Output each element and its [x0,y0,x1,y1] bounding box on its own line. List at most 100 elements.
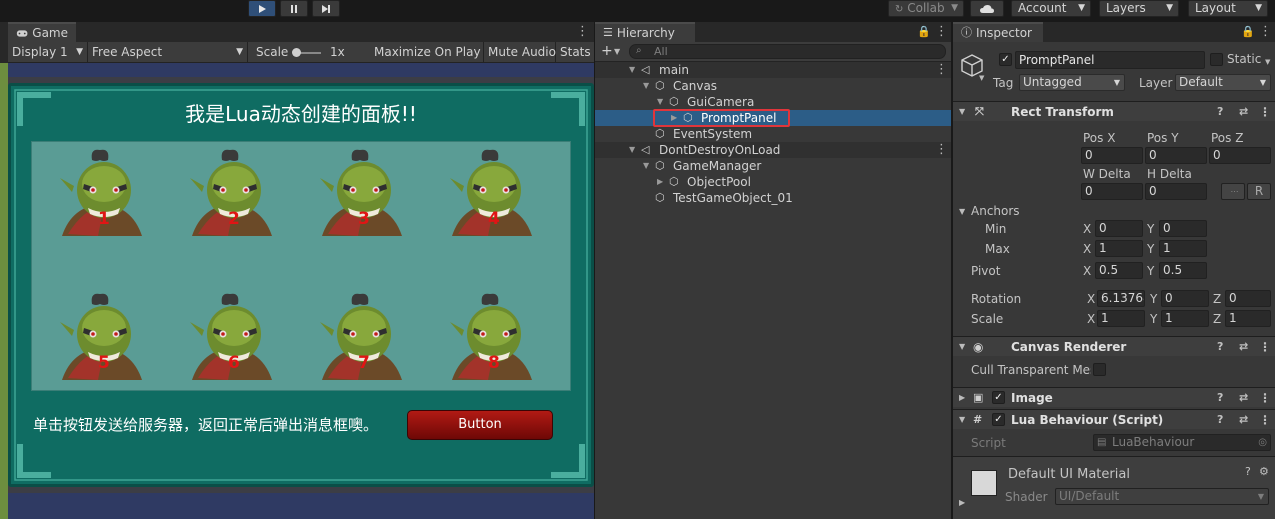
scale-x-field[interactable]: 1 [1097,310,1145,327]
collapse-arrow-icon[interactable]: ▶ [959,388,965,408]
object-name-input[interactable]: PromptPanel [1015,51,1205,69]
script-field[interactable]: ▤ LuaBehaviour ◎ [1093,434,1271,451]
collapse-arrow-icon[interactable]: ▶ [959,498,965,507]
display-dropdown[interactable]: Display 1 ▼ [8,42,88,63]
expand-arrow-icon[interactable]: ▼ [643,158,649,174]
scale-z-field[interactable]: 1 [1225,310,1271,327]
help-icon[interactable]: ? [1217,337,1223,357]
tab-inspector[interactable]: ⓘ Inspector [953,22,1043,42]
pos-y-field[interactable]: 0 [1145,147,1207,164]
preset-icon[interactable]: ⇄ [1239,388,1248,408]
pos-z-field[interactable]: 0 [1209,147,1271,164]
tree-item-promptpanel[interactable]: ▶ ⬡ PromptPanel [595,109,951,127]
preset-icon[interactable]: ⇄ [1239,410,1248,430]
anchor-max-x-field[interactable]: 1 [1095,240,1143,257]
maximize-on-play-toggle[interactable]: Maximize On Play [370,42,484,63]
image-header[interactable]: ▶ ▣ ✓ Image ? ⇄ ⋮ [953,387,1275,407]
anchor-min-y-field[interactable]: 0 [1159,220,1207,237]
more-icon[interactable]: ⋮ [935,142,948,158]
account-dropdown[interactable]: Account ▼ [1011,0,1091,17]
expand-arrow-icon[interactable]: ▼ [959,337,965,357]
layout-dropdown[interactable]: Layout ▼ [1188,0,1268,17]
rect-transform-header[interactable]: ▼ ⤧ Rect Transform ? ⇄ ⋮ [953,101,1275,121]
tree-item-objectpool[interactable]: ▶ ⬡ ObjectPool [595,174,951,190]
object-picker-icon[interactable]: ◎ [1258,435,1267,450]
play-button[interactable] [248,0,276,17]
cloud-button[interactable] [970,0,1004,17]
rotation-x-field[interactable]: 6.13768 [1097,290,1145,307]
blueprint-mode-button[interactable]: ⋯ [1221,183,1245,200]
active-checkbox[interactable]: ✓ [999,53,1012,66]
help-icon[interactable]: ? [1217,388,1223,408]
rotation-z-field[interactable]: 0 [1225,290,1271,307]
layer-dropdown[interactable]: Default ▼ [1175,74,1271,91]
preset-icon[interactable]: ⇄ [1239,102,1248,122]
tree-item-main[interactable]: ▼ ◁ main ⋮ [595,62,951,78]
help-icon[interactable]: ? [1217,410,1223,430]
tree-item-canvas[interactable]: ▼ ⬡ Canvas [595,78,951,94]
hierarchy-search-input[interactable]: ⌕ All [629,44,946,59]
help-icon[interactable]: ? [1245,465,1251,478]
preset-icon[interactable]: ⇄ [1239,337,1248,357]
expand-arrow-icon[interactable]: ▼ [959,207,965,216]
expand-arrow-icon[interactable]: ▼ [657,94,663,110]
step-button[interactable] [312,0,340,17]
help-icon[interactable]: ? [1217,102,1223,122]
pivot-y-field[interactable]: 0.5 [1159,262,1207,279]
chevron-down-icon[interactable]: ▼ [1265,58,1270,66]
tree-item-guicamera[interactable]: ▼ ⬡ GuiCamera [595,94,951,110]
chevron-down-icon[interactable]: ▼ [979,74,984,82]
more-icon[interactable]: ⋮ [1259,102,1271,122]
gear-icon[interactable]: ⚙ [1259,465,1269,478]
aspect-dropdown[interactable]: Free Aspect ▼ [88,42,248,63]
more-icon[interactable]: ⋮ [1259,24,1272,39]
pos-x-field[interactable]: 0 [1081,147,1143,164]
tag-dropdown[interactable]: Untagged ▼ [1019,74,1125,91]
static-checkbox[interactable] [1210,53,1223,66]
tree-item-gamemanager[interactable]: ▼ ⬡ GameManager [595,158,951,174]
image-enabled-checkbox[interactable]: ✓ [992,391,1005,404]
add-icon[interactable]: + [601,43,613,59]
lock-icon[interactable]: 🔒 [1241,25,1255,38]
rotation-y-field[interactable]: 0 [1161,290,1209,307]
send-button[interactable]: Button [407,410,553,440]
expand-arrow-icon[interactable]: ▼ [643,78,649,94]
h-delta-field[interactable]: 0 [1145,183,1207,200]
scale-slider-thumb[interactable] [292,48,301,57]
more-icon[interactable]: ⋮ [576,24,589,39]
lua-behaviour-enabled-checkbox[interactable]: ✓ [992,413,1005,426]
lock-icon[interactable]: 🔒 [917,25,931,38]
layers-dropdown[interactable]: Layers ▼ [1099,0,1179,17]
cull-transparent-checkbox[interactable] [1093,363,1106,376]
chevron-down-icon[interactable]: ▼ [614,47,620,56]
collapse-arrow-icon[interactable]: ▶ [657,174,663,190]
anchor-min-x-field[interactable]: 0 [1095,220,1143,237]
more-icon[interactable]: ⋮ [935,62,948,78]
tab-game[interactable]: Game [8,22,76,42]
pivot-x-field[interactable]: 0.5 [1095,262,1143,279]
more-icon[interactable]: ⋮ [1259,410,1271,430]
expand-arrow-icon[interactable]: ▼ [959,410,965,430]
more-icon[interactable]: ⋮ [1259,337,1271,357]
w-delta-field[interactable]: 0 [1081,183,1143,200]
lua-behaviour-header[interactable]: ▼ # ✓ Lua Behaviour (Script) ? ⇄ ⋮ [953,409,1275,429]
expand-arrow-icon[interactable]: ▼ [629,62,635,78]
mute-audio-toggle[interactable]: Mute Audio [484,42,556,63]
raw-edit-button[interactable]: R [1247,183,1271,200]
tree-item-testgameobject[interactable]: ⬡ TestGameObject_01 [595,190,951,206]
tree-item-eventsystem[interactable]: ⬡ EventSystem [595,126,951,142]
canvas-renderer-header[interactable]: ▼ ◉ Canvas Renderer ? ⇄ ⋮ [953,336,1275,356]
anchor-max-y-field[interactable]: 1 [1159,240,1207,257]
expand-arrow-icon[interactable]: ▼ [629,142,635,158]
more-icon[interactable]: ⋮ [1259,388,1271,408]
tree-item-dontdestroyonload[interactable]: ▼ ◁ DontDestroyOnLoad ⋮ [595,142,951,158]
scale-y-field[interactable]: 1 [1161,310,1209,327]
expand-arrow-icon[interactable]: ▼ [959,102,965,122]
shader-dropdown[interactable]: UI/Default ▼ [1055,488,1269,505]
stats-toggle[interactable]: Stats [556,42,594,63]
collab-dropdown[interactable]: ↻ Collab ▼ [888,0,964,17]
more-icon[interactable]: ⋮ [935,24,948,39]
collapse-arrow-icon[interactable]: ▶ [671,110,677,126]
pause-button[interactable] [280,0,308,17]
tab-hierarchy[interactable]: ☰ Hierarchy [595,22,695,42]
